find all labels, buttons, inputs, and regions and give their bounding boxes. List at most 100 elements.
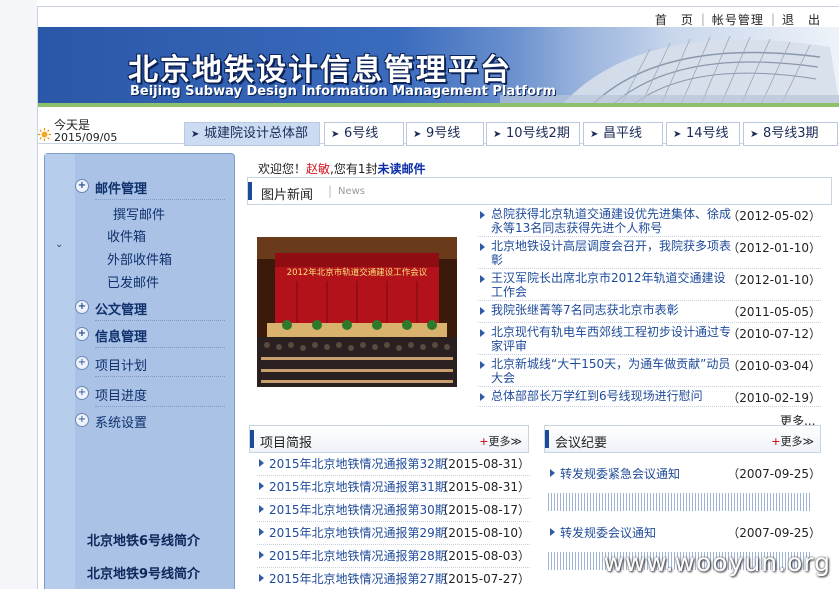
- news-item[interactable]: 总院获得北京轨道交通建设优先进集体、徐成永等13名同志获得先进个人称号 （201…: [478, 207, 821, 237]
- section-title: 图片新闻: [261, 188, 314, 203]
- tab-line-6[interactable]: ➤ 6号线: [324, 122, 404, 146]
- link-line6-intro[interactable]: 北京地铁6号线简介: [87, 530, 200, 549]
- arrow-right-icon: [480, 243, 485, 251]
- double-arrow-icon: ➤: [673, 129, 682, 140]
- divider: [95, 199, 225, 200]
- arrow-right-icon: [480, 211, 485, 219]
- watermark: www.wooyun.org: [603, 548, 831, 577]
- plus-icon: +: [75, 356, 89, 370]
- menu-mail-management[interactable]: + 邮件管理: [75, 176, 225, 200]
- line-nav: 今天是 2015/09/05 ➤ 城建院设计总体部 ➤ 6号线 ➤ 9号线 ➤ 10号线…: [38, 114, 839, 146]
- link-line9-intro[interactable]: 北京地铁9号线简介: [87, 563, 200, 582]
- divider: [95, 320, 225, 321]
- news-item[interactable]: 北京现代有轨电车西郊线工程初步设计通过专家评审 （2010-07-12）: [478, 325, 821, 355]
- arrow-right-icon: [259, 574, 264, 582]
- menu-project-progress[interactable]: + 项目进度: [75, 383, 225, 407]
- divider: [95, 376, 225, 377]
- list-item[interactable]: 转发规委紧急会议通知 （2007-09-25）: [548, 465, 821, 485]
- plus-icon: +: [75, 179, 89, 193]
- sidebar-strip: [45, 154, 75, 589]
- arrow-right-icon: [259, 551, 264, 559]
- arrow-right-icon: [259, 528, 264, 536]
- news-item[interactable]: 总体部部长万学红到6号线现场进行慰问 （2010-02-19）: [478, 389, 821, 407]
- news-photo[interactable]: 2012年北京市轨道交通建设工作会议: [257, 237, 457, 387]
- news-item[interactable]: 王汉军院长出席北京市2012年轨道交通建设工作会 （2012-01-10）: [478, 271, 821, 301]
- page-gutter: [0, 0, 37, 589]
- news-item[interactable]: 北京地铁设计高层调度会召开，我院获多项表彰 （2012-01-10）: [478, 239, 821, 269]
- arrow-right-icon: [550, 528, 555, 536]
- project-more-link[interactable]: +更多≫: [479, 433, 522, 449]
- tab-line-8-phase3[interactable]: ➤ 8号线3期: [743, 122, 838, 146]
- list-item[interactable]: 2015年北京地铁情况通报第30期 （2015-08-17）: [257, 500, 530, 522]
- meeting-minutes-header: 会议纪要 +更多≫: [544, 425, 821, 453]
- news-item[interactable]: 北京新城线“大干150天，为通车做贡献”动员大会 （2010-03-04）: [478, 357, 821, 387]
- menu-inbox[interactable]: 收件箱: [107, 226, 146, 245]
- today-box: 今天是 2015/09/05: [38, 116, 184, 144]
- arrow-right-icon: [259, 482, 264, 490]
- double-arrow-icon: ➤: [191, 129, 200, 140]
- meeting-more-link[interactable]: +更多≫: [771, 433, 814, 449]
- menu-compose-mail[interactable]: 撰写邮件: [113, 204, 165, 223]
- username: 赵敏: [306, 162, 331, 176]
- menu-document-management[interactable]: + 公文管理: [75, 297, 225, 321]
- list-item[interactable]: 2015年北京地铁情况通报第31期 （2015-08-31）: [257, 477, 530, 499]
- account-link[interactable]: 帐号管理: [712, 11, 764, 28]
- divider: [95, 406, 225, 407]
- photo-banner-text: 2012年北京市轨道交通建设工作会议: [287, 267, 428, 278]
- section-title: 会议纪要: [555, 436, 608, 451]
- picture-news-header: 图片新闻 | News: [247, 177, 832, 205]
- unread-mail-link[interactable]: 未读邮件: [378, 162, 426, 176]
- menu-project-plan[interactable]: + 项目计划: [75, 353, 225, 377]
- arrow-right-icon: [480, 329, 485, 337]
- banner-accent-strip: [38, 103, 839, 107]
- header-accent-bar: [248, 182, 252, 200]
- list-item[interactable]: 2015年北京地铁情况通报第28期 （2015-08-03）: [257, 546, 530, 568]
- menu-external-inbox[interactable]: 外部收件箱: [107, 249, 172, 268]
- tab-changping-line[interactable]: ➤ 昌平线: [583, 122, 663, 146]
- tab-design-dept[interactable]: ➤ 城建院设计总体部: [184, 122, 320, 146]
- plus-icon: +: [75, 327, 89, 341]
- tab-line-10-phase2[interactable]: ➤ 10号线2期: [486, 122, 580, 146]
- header-accent-bar: [250, 430, 254, 448]
- header-banner: 北京地铁设计信息管理平台 Beijing Subway Design Infor…: [38, 27, 839, 107]
- arrow-right-icon: [550, 469, 555, 477]
- chevron-down-icon[interactable]: ⌄: [55, 239, 63, 250]
- site-title: 北京地铁设计信息管理平台: [128, 53, 512, 88]
- left-sidebar: ⌄ + 邮件管理 撰写邮件 收件箱 外部收件箱 已发邮件 + 公文管理 + 信息…: [44, 153, 235, 589]
- arrow-right-icon: [480, 393, 485, 401]
- menu-info-management[interactable]: + 信息管理: [75, 324, 225, 348]
- arrow-right-icon: [259, 505, 264, 513]
- separator: |: [328, 184, 333, 198]
- home-link[interactable]: 首 页: [655, 11, 694, 28]
- divider-pattern: [548, 493, 812, 511]
- double-arrow-icon: ➤: [750, 129, 759, 140]
- arrow-right-icon: [480, 307, 485, 315]
- list-item[interactable]: 2015年北京地铁情况通报第32期 （2015-08-31）: [257, 454, 530, 476]
- plus-icon: +: [75, 386, 89, 400]
- conference-photo: 2012年北京市轨道交通建设工作会议: [257, 237, 457, 387]
- list-item[interactable]: 2015年北京地铁情况通报第27期 （2015-07-27）: [257, 569, 530, 589]
- section-subtitle: News: [338, 186, 366, 197]
- logout-link[interactable]: 退 出: [782, 11, 821, 28]
- plus-icon: +: [75, 413, 89, 427]
- tab-line-9[interactable]: ➤ 9号线: [406, 122, 484, 146]
- header-accent-bar: [545, 430, 549, 448]
- unread-count: 1: [357, 162, 366, 176]
- arrow-right-icon: [480, 275, 485, 283]
- double-arrow-icon: ➤: [331, 129, 340, 140]
- divider: [95, 347, 225, 348]
- news-item[interactable]: 我院张继菁等7名同志获北京市表彰 （2011-05-05）: [478, 303, 821, 323]
- separator: |: [700, 12, 705, 26]
- menu-system-settings[interactable]: + 系统设置: [75, 410, 225, 432]
- list-item[interactable]: 转发规委会议通知 （2007-09-25）: [548, 524, 821, 544]
- project-brief-header: 项目简报 +更多≫: [249, 425, 529, 453]
- double-arrow-icon: ➤: [590, 129, 599, 140]
- list-item[interactable]: 2015年北京地铁情况通报第29期 （2015-08-10）: [257, 523, 530, 545]
- menu-sent-mail[interactable]: 已发邮件: [107, 272, 159, 291]
- tab-line-14[interactable]: ➤ 14号线: [666, 122, 740, 146]
- page-frame: 首 页 | 帐号管理 | 退 出 北京地铁设计信息管理平台 Beijing Su…: [37, 6, 839, 589]
- today-date: 2015/09/05: [54, 131, 118, 144]
- arrow-right-icon: [259, 459, 264, 467]
- double-arrow-icon: ➤: [413, 129, 422, 140]
- plus-icon: +: [75, 300, 89, 314]
